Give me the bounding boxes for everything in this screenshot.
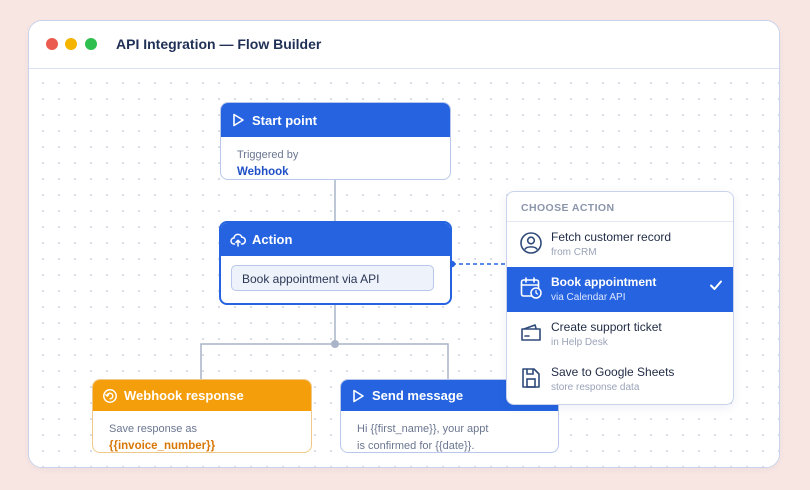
calendar-clock-icon (519, 276, 543, 300)
webhook-response-body: Save response as {{invoice_number}} (93, 411, 311, 452)
user-circle-icon (519, 231, 543, 255)
action-node[interactable]: Action Book appointment via API (219, 221, 452, 305)
play-icon (230, 112, 246, 128)
start-point-node[interactable]: Start point Triggered by Webhook (220, 102, 451, 180)
option-create-support-ticket[interactable]: Create support ticket in Help Desk (507, 312, 733, 357)
option-label: Create support ticket (551, 320, 662, 334)
maximize-window-button[interactable] (85, 38, 97, 50)
title-bar: API Integration — Flow Builder (29, 21, 779, 69)
action-title: Action (252, 232, 293, 247)
option-label: Save to Google Sheets (551, 365, 675, 379)
trigger-label: Triggered by (237, 149, 299, 161)
send-message-title: Send message (372, 388, 464, 403)
choose-action-panel: CHOOSE ACTION Fetch customer record from… (506, 191, 734, 405)
option-sublabel: via Calendar API (551, 292, 626, 303)
option-label: Book appointment (551, 275, 657, 289)
option-sublabel: store response data (551, 382, 640, 393)
checkmark-icon (709, 278, 723, 292)
start-point-title: Start point (252, 112, 317, 128)
refresh-icon (102, 388, 118, 404)
close-window-button[interactable] (46, 38, 58, 50)
option-sublabel: in Help Desk (551, 337, 608, 348)
option-save-to-google-sheets[interactable]: Save to Google Sheets store response dat… (507, 357, 733, 402)
option-book-appointment[interactable]: Book appointment via Calendar API (507, 267, 733, 312)
action-select-field[interactable]: Book appointment via API (231, 265, 434, 291)
webhook-response-header: Webhook response (93, 380, 311, 411)
message-line-1: Hi {{first_name}}, your appt (357, 423, 489, 435)
play-icon (350, 388, 366, 404)
choose-action-heading: CHOOSE ACTION (507, 192, 733, 222)
send-message-body: Hi {{first_name}}, your appt is confirme… (341, 411, 558, 452)
document-save-icon (519, 366, 543, 390)
cloud-upload-icon (230, 232, 246, 248)
app-window: API Integration — Flow Builder Start poi… (28, 20, 780, 468)
webhook-response-node[interactable]: Webhook response Save response as {{invo… (92, 379, 312, 453)
option-sublabel: from CRM (551, 247, 597, 258)
option-label: Fetch customer record (551, 230, 672, 244)
start-point-body: Triggered by Webhook (221, 137, 450, 179)
webhook-response-title: Webhook response (124, 388, 244, 403)
save-response-label: Save response as (109, 423, 198, 435)
ticket-icon (519, 321, 543, 345)
invoice-variable: {{invoice_number}} (109, 440, 216, 452)
action-header: Action (221, 223, 450, 256)
window-title: API Integration — Flow Builder (116, 36, 322, 52)
trigger-value[interactable]: Webhook (237, 164, 434, 179)
option-fetch-customer-record[interactable]: Fetch customer record from CRM (507, 222, 733, 267)
message-line-2: is confirmed for {{date}}. (357, 440, 475, 452)
start-point-header: Start point (221, 103, 450, 137)
minimize-window-button[interactable] (65, 38, 77, 50)
